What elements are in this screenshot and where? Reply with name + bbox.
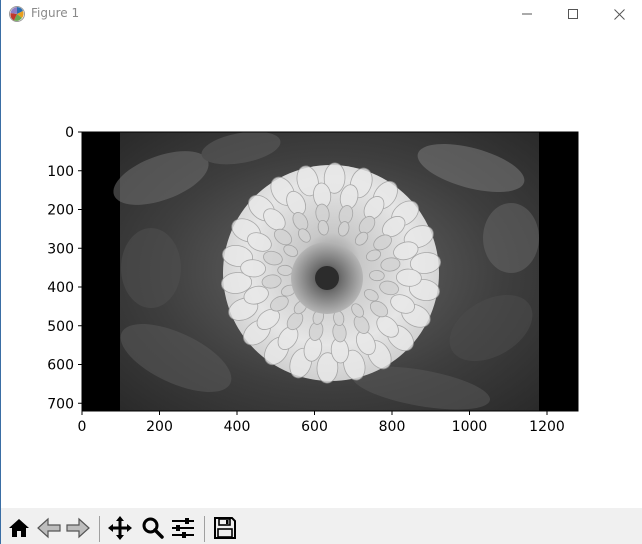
save-button[interactable] <box>210 513 240 543</box>
back-arrow-icon <box>37 517 61 539</box>
pan-button[interactable] <box>105 513 135 543</box>
zoom-icon <box>142 517 164 539</box>
configure-subplots-button[interactable] <box>168 513 198 543</box>
matplotlib-icon <box>8 5 26 23</box>
x-tick-label: 200 <box>146 419 173 435</box>
maximize-button[interactable] <box>550 0 596 28</box>
x-tick-label: 0 <box>78 419 87 435</box>
x-tick-label: 600 <box>301 419 328 435</box>
forward-arrow-icon <box>66 517 90 539</box>
home-button[interactable] <box>4 513 34 543</box>
minimize-button[interactable] <box>504 0 550 28</box>
y-tick-label: 0 <box>65 125 74 141</box>
window-title: Figure 1 <box>31 6 80 20</box>
title-bar: Figure 1 <box>1 0 642 28</box>
close-icon <box>613 8 625 20</box>
y-tick-label: 100 <box>47 164 74 180</box>
y-tick-label: 600 <box>47 358 74 374</box>
image-axes[interactable]: 0 200 400 600 800 1000 1200 0 100 200 300 400 500 60… <box>1 28 642 508</box>
toolbar-separator <box>204 516 205 542</box>
navigation-toolbar <box>1 508 642 544</box>
y-tick-label: 500 <box>47 319 74 335</box>
toolbar-separator <box>99 516 100 542</box>
forward-button[interactable] <box>63 513 93 543</box>
figure-window: Figure 1 0 200 400 600 800 1000 1200 0 1… <box>0 0 642 544</box>
x-tick-label: 1000 <box>452 419 488 435</box>
x-tick-label: 1200 <box>529 419 565 435</box>
y-axis: 0 100 200 300 400 500 600 700 <box>47 125 82 412</box>
figure-canvas[interactable]: 0 200 400 600 800 1000 1200 0 100 200 300 400 500 60… <box>1 28 642 508</box>
y-tick-label: 200 <box>47 203 74 219</box>
image-content <box>82 132 578 411</box>
home-icon <box>9 519 29 537</box>
x-tick-label: 800 <box>379 419 406 435</box>
x-axis: 0 200 400 600 800 1000 1200 <box>78 411 565 435</box>
y-tick-label: 400 <box>47 280 74 296</box>
back-button[interactable] <box>34 513 64 543</box>
y-tick-label: 300 <box>47 241 74 257</box>
close-button[interactable] <box>596 0 642 28</box>
zoom-button[interactable] <box>138 513 168 543</box>
move-icon <box>108 516 132 540</box>
x-tick-label: 400 <box>224 419 251 435</box>
sliders-icon <box>172 518 194 538</box>
y-tick-label: 700 <box>47 396 74 412</box>
minimize-icon <box>522 13 532 15</box>
save-icon <box>214 517 236 539</box>
maximize-icon <box>568 9 578 19</box>
